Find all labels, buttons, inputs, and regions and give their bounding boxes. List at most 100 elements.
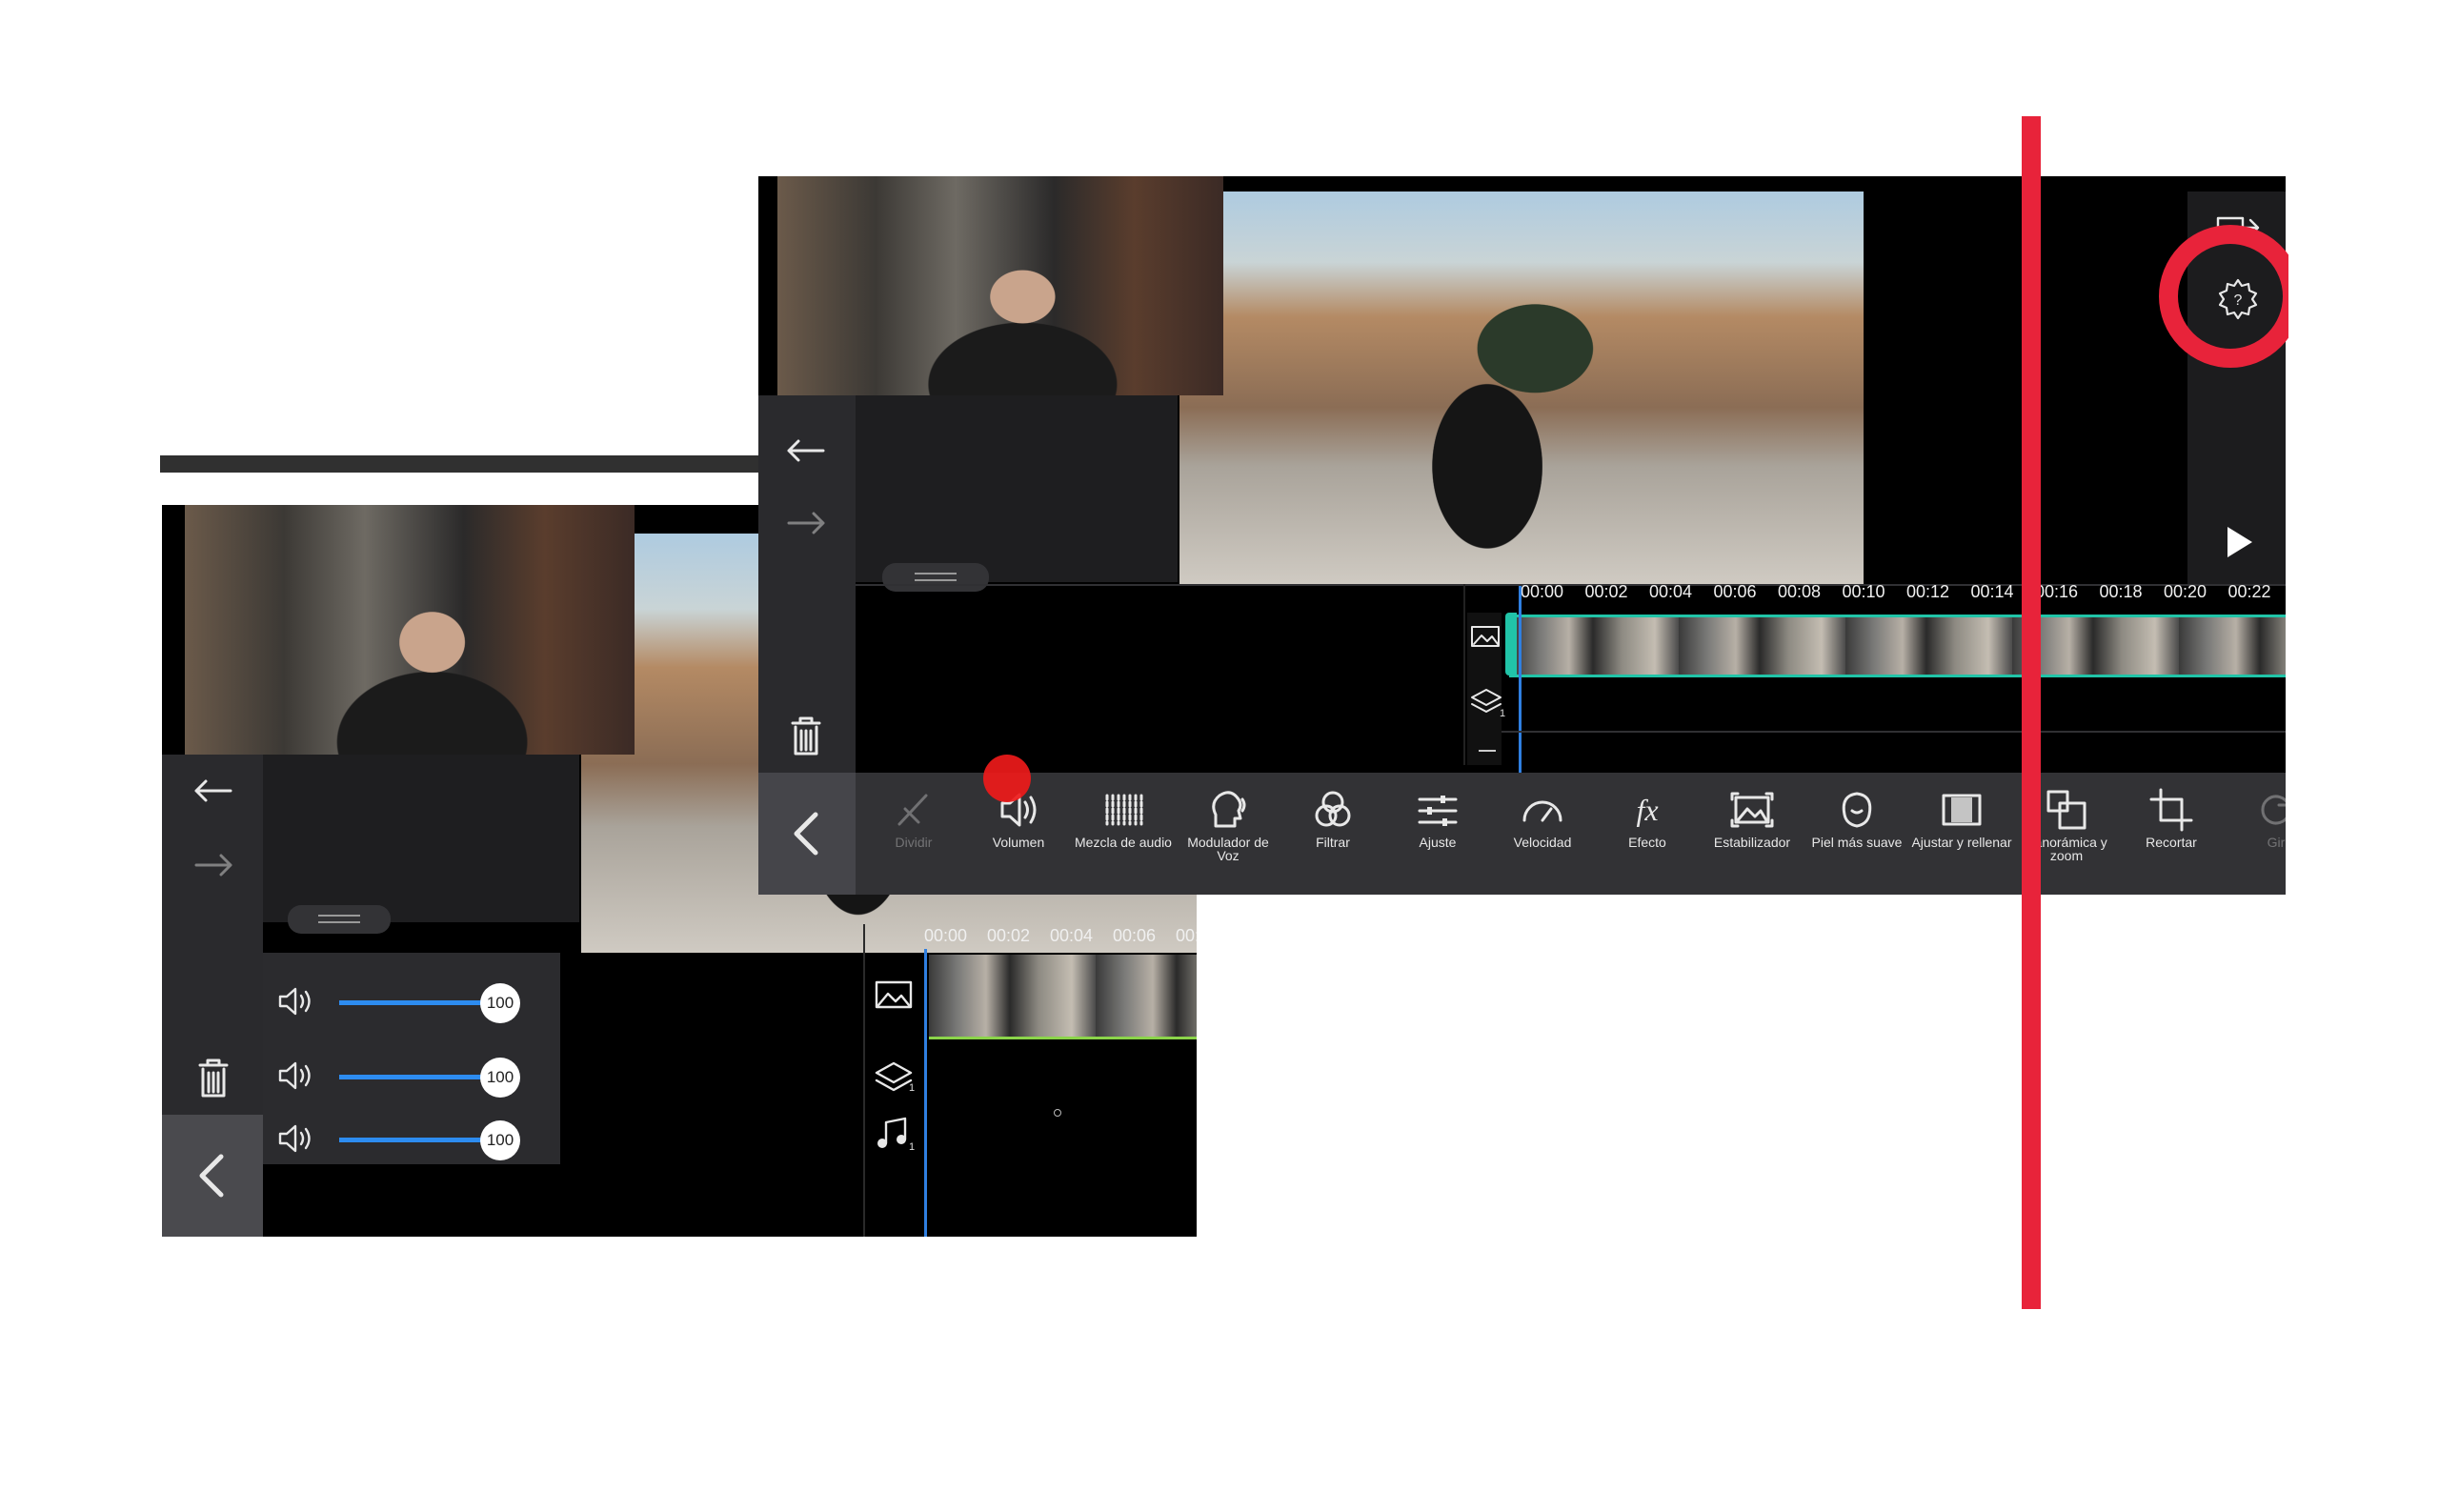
tool-rotate-button[interactable]: Gir bbox=[2224, 786, 2286, 872]
undo-icon bbox=[194, 779, 232, 802]
tool-label: Estabilizador bbox=[1713, 835, 1791, 850]
tool-filter-button[interactable]: Filtrar bbox=[1280, 786, 1385, 872]
track-separator bbox=[1502, 731, 2286, 733]
front-preview-room bbox=[777, 176, 1223, 395]
tool-label: Modulador de Voz bbox=[1187, 835, 1269, 863]
trash-icon bbox=[791, 716, 821, 756]
volume-slider-track[interactable] bbox=[339, 1138, 501, 1142]
volume-slider-fill bbox=[339, 1138, 501, 1142]
tool-label: Dividir bbox=[895, 835, 933, 850]
tool-label: Gir bbox=[2267, 835, 2286, 850]
back-delete-button[interactable] bbox=[196, 1058, 231, 1099]
back-preview-room bbox=[185, 505, 635, 755]
tool-label: Volumen bbox=[992, 835, 1045, 850]
volume-slider-track[interactable] bbox=[339, 1075, 501, 1079]
front-tick: 00:02 bbox=[1584, 582, 1628, 601]
front-drag-handle[interactable] bbox=[882, 563, 989, 592]
back-timeline-divider bbox=[863, 924, 865, 1237]
audio-count: 1 bbox=[909, 1141, 916, 1153]
chevron-left-icon bbox=[199, 1154, 224, 1198]
back-playhead[interactable] bbox=[924, 949, 927, 1237]
tool-adjust-button[interactable]: Ajuste bbox=[1385, 786, 1490, 872]
front-tick: 00:20 bbox=[2164, 582, 2207, 601]
layers-icon bbox=[1471, 689, 1502, 713]
volume-knob[interactable]: 100 bbox=[480, 1058, 520, 1098]
front-delete-button[interactable] bbox=[789, 716, 823, 757]
handle-grip-icon bbox=[318, 915, 360, 917]
redo-icon bbox=[787, 512, 825, 534]
svg-text:fx: fx bbox=[1636, 793, 1658, 827]
back-tick: 00:0 bbox=[1176, 926, 1197, 945]
play-button[interactable] bbox=[2220, 523, 2258, 561]
tool-fx-button[interactable]: fx Efecto bbox=[1595, 786, 1700, 872]
fx-icon: fx bbox=[1623, 786, 1671, 834]
back-drag-handle[interactable] bbox=[288, 905, 391, 934]
layer-count: 1 bbox=[1500, 708, 1506, 719]
front-video-clip[interactable] bbox=[1509, 615, 2286, 677]
tool-fit-fill-button[interactable]: Ajustar y rellenar bbox=[1909, 786, 2014, 872]
annotation-line bbox=[2022, 116, 2041, 1309]
stabilizer-icon bbox=[1728, 786, 1776, 834]
image-track-icon bbox=[1471, 626, 1500, 647]
tool-label: Ajuste bbox=[1419, 835, 1457, 850]
touch-indicator bbox=[983, 755, 1031, 802]
trash-icon bbox=[198, 1058, 229, 1098]
timeline-split bbox=[1463, 584, 1465, 765]
volume-slider-track[interactable] bbox=[339, 1000, 501, 1005]
front-tick: 00:14 bbox=[1970, 582, 2014, 601]
rotate-icon bbox=[2252, 786, 2286, 834]
back-video-clip[interactable] bbox=[929, 955, 1197, 1039]
filter-icon bbox=[1309, 786, 1357, 834]
audio-mix-icon bbox=[1099, 786, 1147, 834]
back-tick: 00:04 bbox=[1050, 926, 1094, 945]
front-undo-button[interactable] bbox=[785, 433, 827, 468]
handle-grip-icon bbox=[915, 573, 957, 575]
front-tick: 00:18 bbox=[2099, 582, 2143, 601]
tool-label: Recortar bbox=[2146, 835, 2197, 850]
tool-speed-button[interactable]: Velocidad bbox=[1490, 786, 1595, 872]
separator-bar bbox=[160, 455, 770, 473]
audio-track-stub bbox=[1479, 750, 1496, 759]
tool-bar-back-button[interactable] bbox=[758, 773, 856, 895]
tool-skin-smooth-button[interactable]: Piel más suave bbox=[1804, 786, 1909, 872]
undo-icon bbox=[787, 439, 825, 462]
tool-audio-mix-button[interactable]: Mezcla de audio bbox=[1071, 786, 1176, 872]
front-tick: 00:00 bbox=[1521, 582, 1564, 601]
tool-label: Piel más suave bbox=[1811, 835, 1903, 850]
pan-zoom-icon bbox=[2043, 786, 2090, 834]
front-redo-button[interactable] bbox=[785, 506, 827, 540]
back-tick: 00:00 bbox=[924, 926, 968, 945]
tool-voice-changer-button[interactable]: Modulador de Voz bbox=[1176, 786, 1280, 872]
back-redo-button[interactable] bbox=[192, 848, 234, 882]
skin-smooth-icon bbox=[1833, 786, 1881, 834]
layer-count: 1 bbox=[909, 1082, 916, 1094]
tool-stabilizer-button[interactable]: Estabilizador bbox=[1700, 786, 1804, 872]
speaker-icon bbox=[278, 987, 311, 1016]
volume-row: 100 bbox=[276, 979, 562, 1027]
back-tick: 00:06 bbox=[1113, 926, 1157, 945]
speed-icon bbox=[1519, 786, 1566, 834]
volume-knob[interactable]: 100 bbox=[480, 983, 520, 1023]
back-collapse-button[interactable] bbox=[162, 1115, 263, 1237]
split-icon bbox=[890, 786, 937, 834]
tool-label: Ajustar y rellenar bbox=[1911, 835, 2012, 850]
tool-crop-button[interactable]: Recortar bbox=[2119, 786, 2224, 872]
front-tick: 00:22 bbox=[2227, 582, 2271, 601]
volume-knob[interactable]: 100 bbox=[480, 1120, 520, 1160]
image-track-icon bbox=[875, 980, 913, 1009]
front-tick: 00:10 bbox=[1842, 582, 1885, 601]
back-pip-panel bbox=[263, 755, 579, 922]
front-preview-street bbox=[1179, 192, 1864, 584]
tool-split-button[interactable]: Dividir bbox=[861, 786, 966, 872]
volume-row: 100 bbox=[276, 1117, 562, 1164]
tool-label: Efecto bbox=[1628, 835, 1666, 850]
tool-label: Mezcla de audio bbox=[1075, 835, 1172, 850]
redo-icon bbox=[194, 854, 232, 877]
front-tick: 00:06 bbox=[1713, 582, 1757, 601]
clip-trim-handle-left[interactable] bbox=[1505, 613, 1517, 675]
timeline-dot bbox=[1054, 1109, 1061, 1117]
front-tick: 00:12 bbox=[1906, 582, 1950, 601]
back-undo-button[interactable] bbox=[192, 774, 234, 808]
front-pip-panel bbox=[856, 395, 1178, 582]
crop-icon bbox=[2147, 786, 2195, 834]
